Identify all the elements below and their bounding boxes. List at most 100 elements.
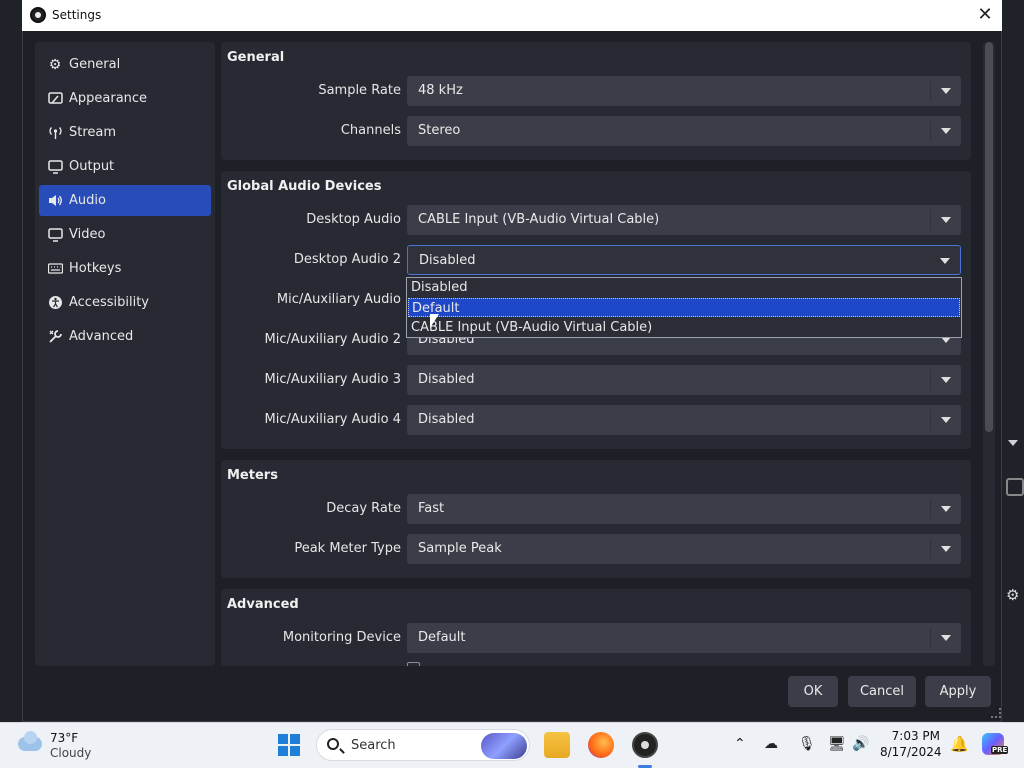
dropdown-option-selected[interactable]: Default [408, 298, 960, 317]
chevron-down-icon [941, 217, 951, 223]
combo-value: CABLE Input (VB-Audio Virtual Cable) [418, 212, 660, 227]
cancel-button[interactable]: Cancel [848, 676, 916, 707]
sidebar-item-label: Video [69, 227, 106, 242]
combo-value: Fast [418, 501, 445, 516]
accessibility-icon [47, 295, 63, 311]
sidebar-item-video[interactable]: Video [39, 219, 211, 250]
sidebar-item-audio[interactable]: Audio [39, 185, 211, 216]
scrollbar-thumb[interactable] [985, 42, 993, 432]
apply-button[interactable]: Apply [925, 676, 991, 707]
search-placeholder: Search [351, 738, 396, 753]
divider [930, 628, 931, 648]
notification-bell-icon[interactable]: 🔔 [950, 735, 969, 753]
peak-meter-type-label: Peak Meter Type [294, 541, 401, 556]
decay-rate-select[interactable]: Fast [407, 494, 961, 524]
combo-value: Default [418, 630, 466, 645]
section-meters: Meters Decay Rate Fast Peak Meter Type S… [221, 460, 971, 578]
desktop-audio-2-dropdown: Disabled Default CABLE Input (VB-Audio V… [406, 277, 962, 338]
peak-meter-type-select[interactable]: Sample Peak [407, 534, 961, 564]
firefox-icon[interactable] [588, 732, 614, 758]
cloud-icon [18, 731, 42, 751]
chevron-down-icon [941, 506, 951, 512]
gear-icon: ⚙ [48, 56, 62, 73]
resize-grip[interactable] [991, 708, 1001, 718]
sidebar: ⚙ General Appearance Stream Output Audio… [35, 42, 215, 666]
weather-desc: Cloudy [50, 746, 92, 760]
divider [930, 81, 931, 101]
section-advanced: Advanced Monitoring Device Default [221, 589, 971, 666]
output-icon [47, 159, 63, 175]
chevron-up-icon[interactable]: ⌃ [734, 736, 746, 752]
divider [930, 370, 931, 390]
section-heading: Advanced [227, 597, 299, 612]
decay-rate-label: Decay Rate [326, 501, 401, 516]
search-highlight-icon [481, 733, 527, 759]
sidebar-item-general[interactable]: ⚙ General [39, 49, 211, 80]
sample-rate-label: Sample Rate [318, 83, 401, 98]
sidebar-item-appearance[interactable]: Appearance [39, 83, 211, 114]
gear-icon[interactable]: ⚙ [1006, 586, 1019, 604]
divider [930, 499, 931, 519]
desktop-audio-2-label: Desktop Audio 2 [293, 252, 401, 267]
volume-icon[interactable]: 🔊 [852, 736, 869, 752]
mic-aux-audio-label: Mic/Auxiliary Audio [276, 292, 401, 307]
title-bar: Settings ✕ [22, 0, 1002, 31]
microphone-icon[interactable]: 🎙 [798, 736, 816, 752]
sidebar-item-label: Audio [69, 193, 106, 208]
sample-rate-select[interactable]: 48 kHz [407, 76, 961, 106]
chevron-down-icon [941, 128, 951, 134]
appearance-icon [47, 91, 63, 107]
sidebar-item-label: Advanced [69, 329, 134, 344]
keyboard-icon [47, 261, 63, 277]
dropdown-option[interactable]: Disabled [408, 278, 960, 297]
monitoring-device-select[interactable]: Default [407, 623, 961, 653]
sidebar-item-advanced[interactable]: Advanced [39, 321, 211, 352]
sidebar-item-hotkeys[interactable]: Hotkeys [39, 253, 211, 284]
channels-select[interactable]: Stereo [407, 116, 961, 146]
sidebar-item-stream[interactable]: Stream [39, 117, 211, 148]
chevron-down-icon [941, 417, 951, 423]
desktop-audio-select[interactable]: CABLE Input (VB-Audio Virtual Cable) [407, 205, 961, 235]
weather-temp: 73°F [50, 731, 79, 745]
video-icon [47, 227, 63, 243]
section-general: General Sample Rate 48 kHz Channels Ster… [221, 42, 971, 160]
vertical-scrollbar[interactable] [983, 42, 995, 666]
mic-aux-audio-2-label: Mic/Auxiliary Audio 2 [264, 332, 401, 347]
chevron-down-icon [941, 377, 951, 383]
ok-button[interactable]: OK [788, 676, 838, 707]
network-icon[interactable]: 🖥 [828, 736, 846, 752]
chevron-down-icon[interactable] [1008, 440, 1018, 446]
stream-icon [47, 125, 63, 141]
clock-time: 7:03 PM [891, 729, 940, 743]
taskbar-search[interactable]: Search [316, 729, 530, 761]
mouse-cursor-icon [430, 314, 439, 328]
taskbar: 73°F Cloudy Search ⌃ ☁ 🎙 🖥 🔊 7:03 PM 8/1… [0, 722, 1024, 768]
section-heading: Meters [227, 468, 278, 483]
mic-aux-audio-3-select[interactable]: Disabled [407, 365, 961, 395]
checkbox[interactable] [407, 662, 420, 666]
panel-icon[interactable] [1006, 478, 1024, 496]
divider [930, 539, 931, 559]
chevron-down-icon [940, 258, 950, 264]
windows-start-icon[interactable] [278, 734, 300, 756]
search-icon [327, 738, 339, 750]
close-icon[interactable]: ✕ [974, 4, 996, 26]
desktop-audio-2-select[interactable]: Disabled [407, 245, 961, 275]
sidebar-item-output[interactable]: Output [39, 151, 211, 182]
combo-value: Disabled [418, 372, 475, 387]
dropdown-option[interactable]: CABLE Input (VB-Audio Virtual Cable) [408, 318, 960, 337]
divider [930, 410, 931, 430]
settings-window: ⚙ General Appearance Stream Output Audio… [22, 31, 1002, 722]
sidebar-item-accessibility[interactable]: Accessibility [39, 287, 211, 318]
chevron-down-icon [941, 635, 951, 641]
system-clock[interactable]: 7:03 PM 8/17/2024 [880, 729, 942, 761]
mic-aux-audio-4-select[interactable]: Disabled [407, 405, 961, 435]
file-explorer-icon[interactable] [544, 732, 570, 758]
copilot-badge: PRE [991, 746, 1009, 754]
cloud-off-icon[interactable]: ☁ [764, 736, 778, 752]
background-app-left [0, 0, 22, 722]
combo-value: Disabled [419, 253, 476, 268]
chevron-down-icon [941, 546, 951, 552]
obs-taskbar-icon[interactable] [632, 732, 658, 758]
copilot-icon[interactable]: PRE [982, 733, 1009, 755]
